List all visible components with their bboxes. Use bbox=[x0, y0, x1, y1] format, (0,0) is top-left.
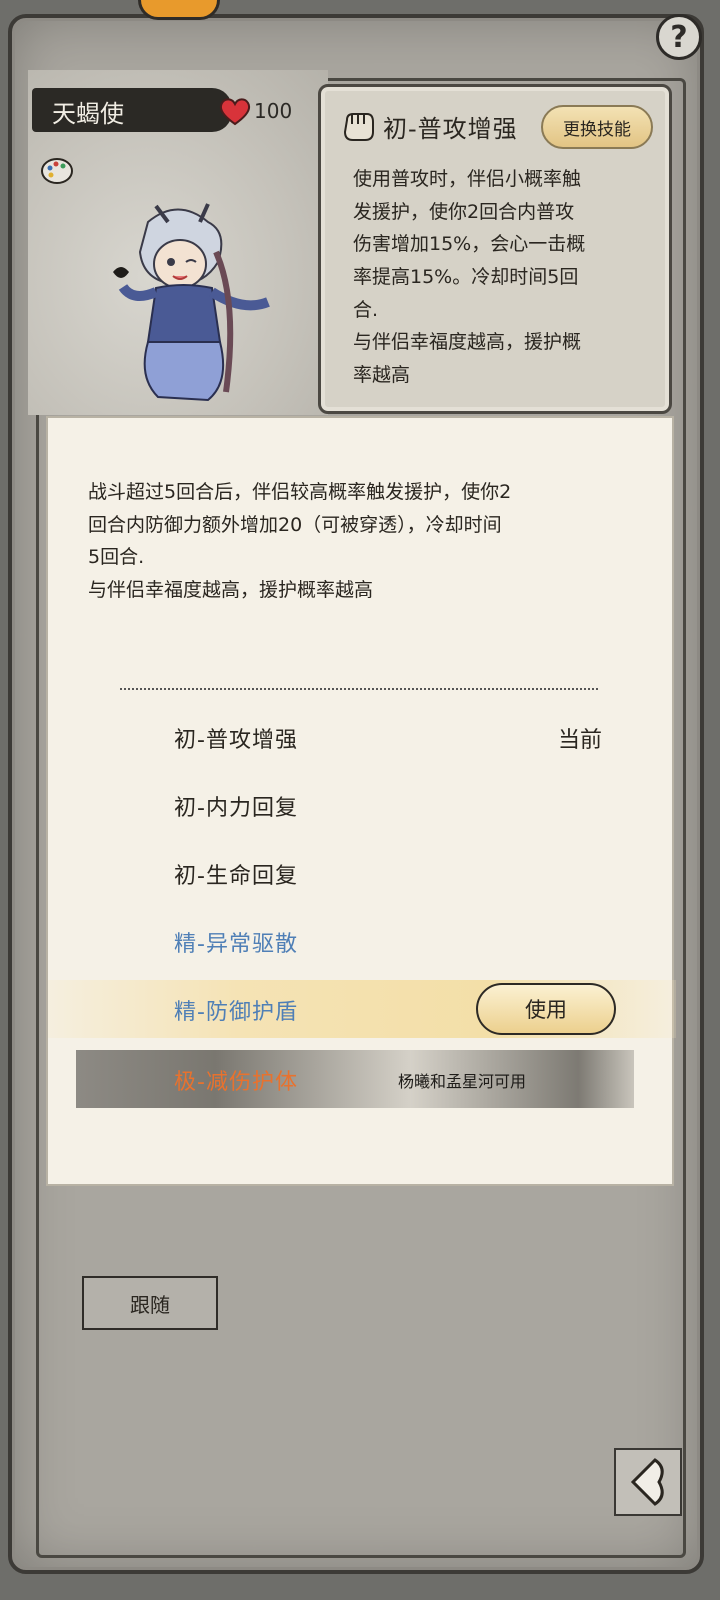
skill-option-name: 初-生命回复 bbox=[174, 864, 298, 889]
back-arrow-icon bbox=[630, 1458, 664, 1506]
companion-portrait bbox=[113, 203, 270, 402]
skill-row-selected[interactable]: 精-防御护盾 使用 bbox=[48, 980, 676, 1038]
help-icon: ? bbox=[670, 19, 688, 55]
dotted-divider bbox=[120, 688, 598, 690]
fist-icon bbox=[343, 112, 374, 141]
companion-name: 天蝎使 bbox=[32, 88, 232, 132]
skill-title: 初-普攻增强 bbox=[383, 115, 518, 143]
skill-option-name: 精-防御护盾 bbox=[174, 1000, 298, 1025]
skill-row-locked: 极-减伤护体 杨曦和孟星河可用 bbox=[76, 1050, 634, 1108]
skill-option-name: 初-内力回复 bbox=[174, 796, 298, 821]
skill-description: 使用普攻时，伴侣小概率触 发援护，使你2回合内普攻 伤害增加15%，会心一击概 … bbox=[353, 168, 586, 387]
popup-description: 战斗超过5回合后，伴侣较高概率触发援护，使你2 回合内防御力额外增加20（可被穿… bbox=[88, 481, 512, 602]
heart-icon bbox=[219, 98, 251, 126]
current-skill-card: 初-普攻增强 更换技能 使用普攻时，伴侣小概率触 发援护，使你2回合内普攻 伤害… bbox=[318, 84, 672, 414]
current-tag: 当前 bbox=[558, 728, 603, 753]
skill-row[interactable]: 初-普攻增强 当前 bbox=[48, 708, 676, 766]
skill-row[interactable]: 初-生命回复 bbox=[48, 844, 676, 902]
skill-option-name: 精-异常驱散 bbox=[174, 932, 298, 957]
top-ornament bbox=[138, 0, 220, 20]
availability-note: 杨曦和孟星河可用 bbox=[398, 1072, 527, 1091]
skill-option-name: 初-普攻增强 bbox=[174, 728, 298, 753]
change-skill-button[interactable]: 更换技能 bbox=[541, 105, 653, 149]
follow-button[interactable]: 跟随 bbox=[82, 1276, 218, 1330]
use-skill-button[interactable]: 使用 bbox=[476, 983, 616, 1035]
back-button[interactable] bbox=[614, 1448, 682, 1516]
skill-select-popup: 战斗超过5回合后，伴侣较高概率触发援护，使你2 回合内防御力额外增加20（可被穿… bbox=[46, 416, 676, 1186]
skill-row[interactable]: 精-异常驱散 bbox=[48, 912, 676, 970]
palette-icon[interactable] bbox=[40, 156, 74, 186]
affection-value: 100 bbox=[254, 99, 293, 123]
skill-row[interactable]: 初-内力回复 bbox=[48, 776, 676, 834]
skill-option-name: 极-减伤护体 bbox=[174, 1070, 298, 1095]
help-button[interactable]: ? bbox=[656, 14, 702, 60]
